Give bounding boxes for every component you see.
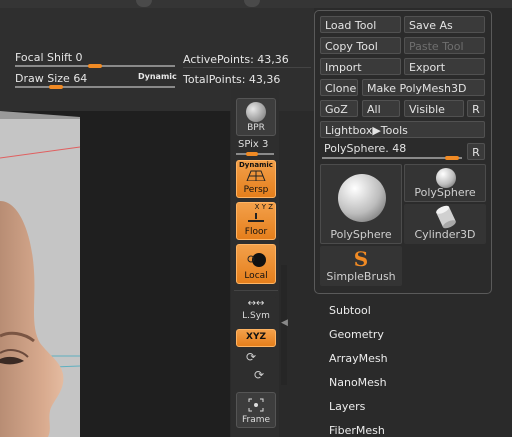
tool-thumb-simplebrush[interactable]: S SimpleBrush — [320, 246, 402, 286]
menu-layers[interactable]: Layers — [329, 400, 365, 413]
tool-thumb-label: PolySphere — [414, 186, 476, 199]
simplebrush-icon: S — [353, 247, 369, 271]
tool-thumb-label: PolySphere — [330, 228, 392, 241]
import-button[interactable]: Import — [320, 58, 401, 75]
rotate-y-icon[interactable]: ⟳ — [246, 350, 256, 364]
tool-thumb-polysphere-small[interactable]: PolySphere — [404, 164, 486, 202]
active-points: ActivePoints: 43,36 — [183, 53, 289, 66]
make-polymesh3d-button[interactable]: Make PolyMesh3D — [362, 79, 485, 96]
dynamic-toggle[interactable]: Dynamic — [138, 72, 177, 81]
cylinder-icon — [436, 205, 456, 229]
bpr-label: BPR — [247, 123, 265, 133]
clone-button[interactable]: Clone — [320, 79, 358, 96]
lsym-button[interactable]: ↔↔ L.Sym — [236, 296, 276, 324]
perspective-grid-icon — [246, 170, 266, 181]
menu-subtool[interactable]: Subtool — [329, 304, 371, 317]
divider — [234, 290, 278, 291]
canvas-viewport[interactable] — [0, 111, 230, 437]
goz-visible-button[interactable]: Visible — [404, 100, 464, 117]
tool-thumb-label: SimpleBrush — [326, 270, 396, 283]
goz-r-button[interactable]: R — [467, 100, 485, 117]
floor-icon — [248, 213, 264, 222]
tool-size-r-button[interactable]: R — [467, 143, 485, 160]
xyz-label: XYZ — [246, 332, 266, 342]
persp-label: Persp — [243, 185, 269, 195]
local-label: Local — [244, 271, 268, 281]
local-transform-icon — [247, 253, 266, 267]
polysphere-icon — [436, 168, 456, 188]
load-tool-button[interactable]: Load Tool — [320, 16, 401, 33]
collapse-arrow-icon[interactable]: ◀ — [281, 318, 288, 328]
floor-label: Floor — [244, 227, 268, 237]
bpr-sphere-icon — [246, 102, 266, 122]
save-as-button[interactable]: Save As — [404, 16, 485, 33]
spix-slider-thumb[interactable] — [246, 152, 258, 156]
frame-icon — [248, 398, 264, 412]
symmetry-arrows-icon: ↔↔ — [247, 298, 265, 309]
face-render — [0, 111, 81, 437]
persp-button[interactable]: Dynamic Persp — [236, 160, 276, 198]
export-button[interactable]: Export — [404, 58, 485, 75]
divider — [183, 67, 311, 68]
dynamic-label: Dynamic — [239, 161, 273, 169]
tool-size-slider-thumb[interactable] — [445, 156, 460, 160]
goz-button[interactable]: GoZ — [320, 100, 358, 117]
menu-geometry[interactable]: Geometry — [329, 328, 384, 341]
paste-tool-button[interactable]: Paste Tool — [404, 37, 485, 54]
local-button[interactable]: Local — [236, 244, 276, 284]
draw-size-slider[interactable] — [15, 86, 175, 88]
tool-thumb-cylinder3d[interactable]: Cylinder3D — [404, 204, 486, 244]
xyz-button[interactable]: XYZ — [236, 329, 276, 347]
draw-size-label: Draw Size 64 — [15, 72, 88, 85]
polysphere-icon — [338, 174, 386, 222]
tool-size-slider[interactable] — [322, 157, 462, 159]
frame-label: Frame — [241, 415, 271, 425]
bpr-button[interactable]: BPR — [236, 98, 276, 136]
lightbox-tools-button[interactable]: Lightbox▶Tools — [320, 121, 485, 138]
frame-button[interactable]: Frame — [236, 392, 276, 428]
menu-fibermesh[interactable]: FiberMesh — [329, 424, 385, 437]
lsym-label: L.Sym — [242, 311, 270, 321]
tool-thumb-label: Cylinder3D — [414, 228, 476, 241]
tool-size-slider-label: PolySphere. 48 — [324, 142, 407, 155]
total-points: TotalPoints: 43,36 — [183, 73, 281, 86]
draw-size-slider-thumb[interactable] — [49, 85, 63, 89]
focal-shift-label: Focal Shift 0 — [15, 51, 83, 64]
copy-tool-button[interactable]: Copy Tool — [320, 37, 401, 54]
floor-button[interactable]: X Y Z Floor — [236, 202, 276, 240]
spix-label: SPix 3 — [238, 139, 269, 150]
floor-axes: X Y Z — [254, 203, 273, 211]
rotate-z-icon[interactable]: ⟳ — [254, 368, 264, 382]
menu-nanomesh[interactable]: NanoMesh — [329, 376, 387, 389]
focal-shift-slider-thumb[interactable] — [88, 64, 102, 68]
goz-all-button[interactable]: All — [362, 100, 400, 117]
menu-arraymesh[interactable]: ArrayMesh — [329, 352, 388, 365]
tool-thumb-polysphere-main[interactable]: PolySphere — [320, 164, 402, 244]
